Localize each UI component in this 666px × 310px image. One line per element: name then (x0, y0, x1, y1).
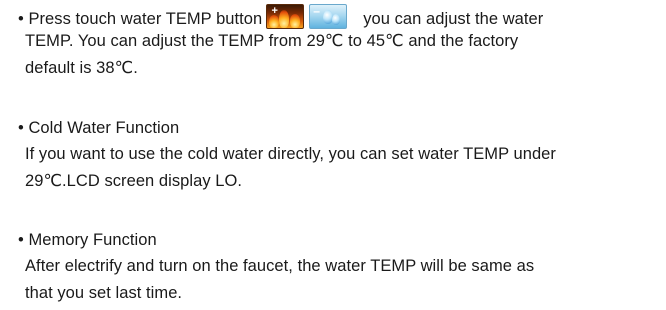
temp-adjust-line-3: default is 38℃. (25, 59, 138, 77)
instruction-document: • Press touch water TEMP button + – you can… (0, 0, 666, 310)
temp-adjust-text-start: • Press touch water TEMP button (18, 10, 263, 28)
memory-line-2: that you set last time. (25, 284, 183, 302)
temp-adjust-line-1: • Press touch water TEMP button + – you can… (18, 4, 543, 29)
memory-heading: • Memory Function (18, 231, 157, 249)
cold-water-line-1: If you want to use the cold water direct… (25, 145, 556, 163)
temp-adjust-text-end: you can adjust the water (363, 10, 544, 28)
cold-water-line-2: 29℃.LCD screen display LO. (25, 172, 243, 190)
cold-water-heading: • Cold Water Function (18, 119, 180, 137)
memory-line-1: After electrify and turn on the faucet, … (25, 257, 535, 275)
hot-water-temp-up-icon: + (266, 4, 305, 29)
cold-water-temp-down-icon: – (309, 4, 348, 29)
temp-adjust-line-2: TEMP. You can adjust the TEMP from 29℃ t… (25, 32, 519, 50)
